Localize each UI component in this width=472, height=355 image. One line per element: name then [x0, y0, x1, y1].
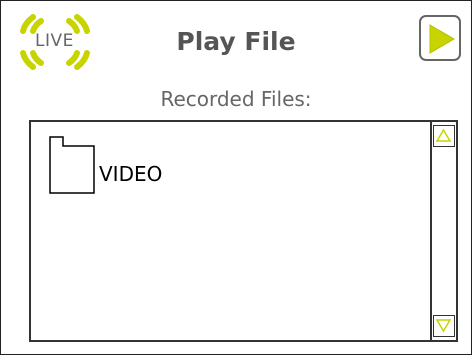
scroll-track[interactable]: [435, 150, 453, 312]
play-file-screen: LIVE Play File Recorded Files: VIDEO: [0, 0, 472, 355]
file-list-scrollbar[interactable]: [430, 122, 456, 340]
scroll-up-button[interactable]: [433, 125, 455, 147]
list-item-label: VIDEO: [99, 162, 163, 186]
folder-icon: [49, 136, 95, 194]
play-icon: [429, 24, 455, 54]
scroll-down-button[interactable]: [433, 315, 455, 337]
triangle-up-icon: [435, 128, 452, 142]
list-item-video-folder[interactable]: VIDEO: [49, 136, 249, 196]
recorded-files-label: Recorded Files:: [160, 87, 312, 111]
triangle-down-icon: [435, 319, 452, 333]
play-button[interactable]: [419, 15, 461, 61]
page-title: Play File: [176, 27, 296, 56]
recorded-files-list[interactable]: VIDEO: [29, 120, 458, 342]
